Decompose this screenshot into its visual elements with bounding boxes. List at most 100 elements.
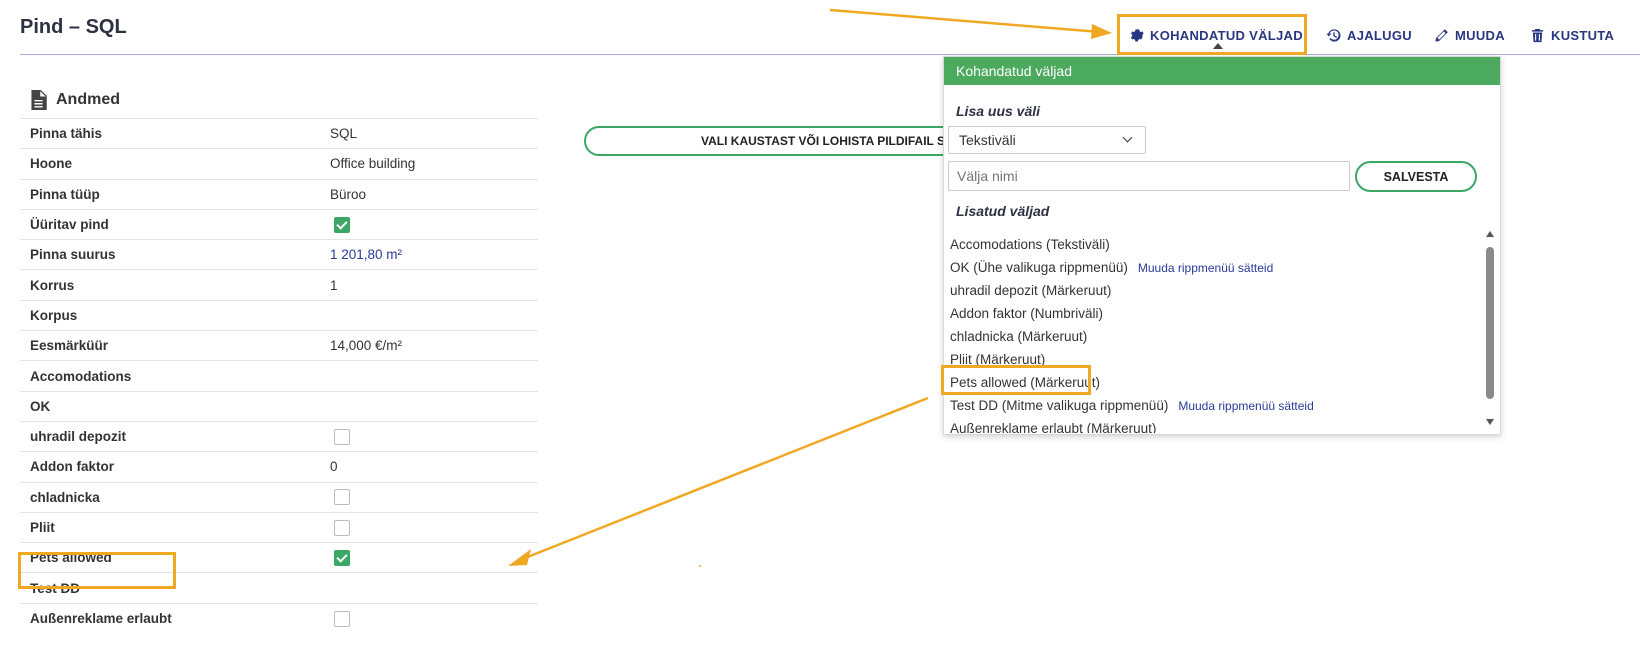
row-value <box>320 360 538 392</box>
custom-field-label: chladnicka (Märkeruut) <box>950 329 1088 344</box>
row-label: uhradil depozit <box>20 420 320 452</box>
checkbox-unchecked <box>334 519 350 536</box>
row-label: Pinna tähis <box>20 117 320 149</box>
section-title-label: Andmed <box>56 91 120 108</box>
table-row: Außenreklame erlaubt <box>20 602 538 634</box>
custom-field-label: Accomodations (Tekstiväli) <box>950 237 1110 252</box>
row-label: Eesmärküür <box>20 330 320 361</box>
custom-field-item: OK (Ühe valikuga rippmenüü) Muuda rippmen… <box>944 256 1480 279</box>
field-name-input[interactable] <box>948 161 1350 191</box>
custom-field-item: Außenreklame erlaubt (Märkeruut) <box>944 417 1480 433</box>
table-row: uhradil depozit <box>20 420 538 452</box>
table-row: Addon faktor 0 <box>20 451 538 483</box>
table-row: Pinna tüüp Büroo <box>20 178 538 210</box>
edit-dropdown-settings-link[interactable]: Muuda rippmenüü sätteid <box>1178 399 1313 413</box>
history-label: AJALUGU <box>1347 27 1412 43</box>
row-value <box>320 299 538 331</box>
annotation-arrow-bottom <box>519 396 929 562</box>
custom-field-label: OK (Ühe valikuga rippmenüü) <box>950 260 1128 275</box>
scroll-up-arrow[interactable] <box>1486 231 1494 237</box>
annotation-highlight-custom-fields <box>1117 14 1307 55</box>
row-label: Pliit <box>20 511 320 543</box>
section-title: Andmed <box>30 90 120 110</box>
row-checkbox-cell <box>320 542 538 573</box>
table-row: chladnicka <box>20 481 538 513</box>
trash-icon <box>1531 28 1544 42</box>
row-value: Büroo <box>320 178 538 210</box>
popup-title: Kohandatud väljad <box>944 57 1500 85</box>
row-label: Korpus <box>20 299 320 331</box>
table-row: Korrus 1 <box>20 269 538 301</box>
row-value: 14,000 €/m² <box>320 330 538 361</box>
row-label: Pinna tüüp <box>20 178 320 210</box>
annotation-arrow-top <box>829 8 1101 34</box>
row-checkbox-cell <box>320 420 538 452</box>
custom-field-item: chladnicka (Märkeruut) <box>944 325 1480 348</box>
custom-field-item: Addon faktor (Numbriväli) <box>944 302 1480 325</box>
table-row: Eesmärküür 14,000 €/m² <box>20 330 538 361</box>
row-value-link[interactable]: 1 201,80 m² <box>320 239 538 270</box>
document-icon <box>31 90 47 110</box>
row-label: chladnicka <box>20 481 320 513</box>
custom-field-item: Test DD (Mitme valikuga rippmenüü) Muuda … <box>944 394 1480 417</box>
row-label: Pinna suurus <box>20 239 320 270</box>
row-value: SQL <box>320 117 538 149</box>
custom-field-label: Addon faktor (Numbriväli) <box>950 306 1104 321</box>
custom-field-item: Accomodations (Tekstiväli) <box>944 233 1480 256</box>
row-label: Hoone <box>20 148 320 180</box>
table-row: Pinna tähis SQL <box>20 117 538 149</box>
checkbox-unchecked <box>334 610 350 627</box>
annotation-highlight-popup-pets <box>941 365 1091 395</box>
delete-label: KUSTUTA <box>1551 27 1615 43</box>
scroll-thumb[interactable] <box>1486 247 1494 399</box>
row-label: Außenreklame erlaubt <box>20 602 320 634</box>
row-checkbox-cell <box>320 511 538 543</box>
header-divider <box>20 54 1640 55</box>
field-type-value: Tekstiväli <box>959 132 1016 148</box>
history-icon <box>1326 28 1341 42</box>
row-label: Üüritav pind <box>20 208 320 240</box>
annotation-arrowhead-top <box>1091 24 1112 39</box>
popup-scrollbar[interactable] <box>1484 229 1496 429</box>
save-button[interactable]: SALVESTA <box>1355 161 1477 192</box>
table-row: Pinna suurus 1 201,80 m² <box>20 239 538 270</box>
pencil-icon <box>1435 28 1448 42</box>
row-value <box>320 390 538 422</box>
table-row: Pliit <box>20 511 538 543</box>
table-row: OK <box>20 390 538 422</box>
row-value: 0 <box>320 451 538 483</box>
checkbox-checked <box>334 216 350 233</box>
row-label: Addon faktor <box>20 451 320 483</box>
add-field-heading: Lisa uus väli <box>956 103 1041 119</box>
table-row: Korpus <box>20 299 538 331</box>
table-row: Accomodations <box>20 360 538 392</box>
edit-dropdown-settings-link[interactable]: Muuda rippmenüü sätteid <box>1138 261 1273 275</box>
row-checkbox-cell <box>320 208 538 240</box>
field-type-select[interactable]: Tekstiväli <box>948 126 1146 154</box>
custom-field-item: uhradil depozit (Märkeruut) <box>944 279 1480 302</box>
annotation-highlight-row-pets <box>18 552 176 589</box>
row-label: Accomodations <box>20 360 320 392</box>
image-upload-label: VALI KAUSTAST VÕI LOHISTA PILDIFAIL SIIA <box>701 134 961 148</box>
added-fields-list: Accomodations (Tekstiväli) OK (Ühe valiku… <box>944 233 1480 433</box>
edit-label: MUUDA <box>1455 27 1505 43</box>
table-row: Üüritav pind <box>20 208 538 240</box>
row-checkbox-cell <box>320 481 538 513</box>
delete-button[interactable]: KUSTUTA <box>1530 24 1614 46</box>
scroll-down-arrow[interactable] <box>1486 419 1494 425</box>
row-checkbox-cell <box>320 602 538 634</box>
added-fields-heading: Lisatud väljad <box>956 203 1050 219</box>
checkbox-unchecked <box>334 489 350 506</box>
chevron-down-icon <box>1122 132 1133 143</box>
row-label: Korrus <box>20 269 320 301</box>
history-button[interactable]: AJALUGU <box>1326 24 1412 46</box>
checkbox-unchecked <box>334 428 350 445</box>
row-label: OK <box>20 390 320 422</box>
custom-field-label: uhradil depozit (Märkeruut) <box>950 283 1112 298</box>
row-value: 1 <box>320 269 538 301</box>
edit-button[interactable]: MUUDA <box>1434 24 1505 46</box>
custom-field-label: Außenreklame erlaubt (Märkeruut) <box>950 421 1157 433</box>
checkbox-checked <box>334 550 350 567</box>
page-title: Pind – SQL <box>20 16 127 38</box>
custom-field-label: Test DD (Mitme valikuga rippmenüü) <box>950 398 1169 413</box>
